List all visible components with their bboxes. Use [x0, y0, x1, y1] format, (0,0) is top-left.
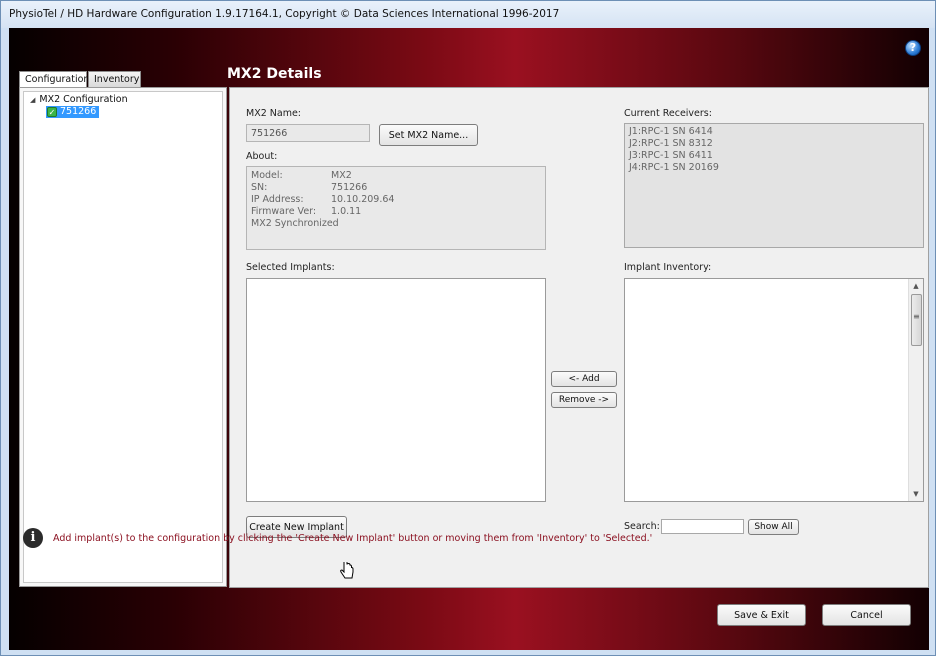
info-circle-icon: i [23, 528, 43, 548]
about-key: Firmware Ver: [251, 206, 317, 217]
selected-implants-label: Selected Implants: [246, 262, 335, 273]
search-input[interactable] [661, 519, 744, 534]
tree-item-label: 751266 [60, 106, 97, 117]
scroll-thumb[interactable] [911, 294, 922, 346]
about-row-sn: SN: 751266 [251, 182, 367, 193]
cancel-button[interactable]: Cancel [822, 604, 911, 626]
tab-configuration[interactable]: Configuration [19, 71, 89, 88]
receiver-item: J3:RPC-1 SN 6411 [629, 150, 713, 161]
page-title: MX2 Details [227, 66, 322, 82]
about-value: 1.0.11 [331, 206, 362, 217]
mx2-name-label: MX2 Name: [246, 108, 301, 119]
about-info-box: Model: MX2 SN: 751266 IP Address: 10.10.209… [246, 166, 546, 250]
about-value: 10.10.209.64 [331, 194, 395, 205]
current-receivers-list: J1:RPC-1 SN 6414 J2:RPC-1 SN 8312 J3:RPC… [624, 123, 924, 248]
search-label: Search: [624, 521, 660, 532]
show-all-button[interactable]: Show All [748, 519, 799, 535]
inventory-scrollbar[interactable]: ▲ ▼ [908, 279, 923, 501]
configuration-tree: ◢ MX2 Configuration ✓ 751266 [23, 91, 223, 583]
scroll-down-arrow-icon[interactable]: ▼ [909, 487, 923, 501]
footer-bar: Save & Exit Cancel [9, 562, 929, 650]
green-check-icon: ✓ [47, 107, 57, 117]
question-circle-icon[interactable]: ? [905, 40, 921, 56]
about-key: Model: [251, 170, 283, 181]
about-key: SN: [251, 182, 268, 193]
selected-implants-list[interactable] [246, 278, 546, 502]
sync-status: MX2 Synchronized [251, 218, 339, 229]
mx2-name-field[interactable]: 751266 [246, 124, 370, 142]
window-title: PhysioTel / HD Hardware Configuration 1.… [9, 8, 560, 20]
tree-root-mx2-configuration[interactable]: ◢ MX2 Configuration [30, 94, 128, 105]
title-bar: PhysioTel / HD Hardware Configuration 1.… [1, 1, 935, 28]
about-row-ip-address: IP Address: 10.10.209.64 [251, 194, 394, 205]
info-message: Add implant(s) to the configuration by c… [53, 533, 653, 544]
main-frame: ? MX2 Details Configuration Inventory ◢ M… [9, 28, 929, 650]
about-key: IP Address: [251, 194, 304, 205]
expand-caret-icon[interactable]: ◢ [30, 96, 35, 104]
about-row-model: Model: MX2 [251, 170, 352, 181]
tree-root-label: MX2 Configuration [39, 94, 128, 105]
about-label: About: [246, 151, 278, 162]
current-receivers-label: Current Receivers: [624, 108, 712, 119]
receiver-item: J2:RPC-1 SN 8312 [629, 138, 713, 149]
about-value: 751266 [331, 182, 368, 193]
save-exit-button[interactable]: Save & Exit [717, 604, 806, 626]
set-mx2-name-button[interactable]: Set MX2 Name... [379, 124, 478, 146]
implant-inventory-label: Implant Inventory: [624, 262, 712, 273]
remove-implant-button[interactable]: Remove -> [551, 392, 617, 408]
implant-inventory-list[interactable]: ▲ ▼ [624, 278, 924, 502]
scroll-up-arrow-icon[interactable]: ▲ [909, 279, 923, 293]
receiver-item: J1:RPC-1 SN 6414 [629, 126, 713, 137]
mx2-details-panel: MX2 Name: 751266 Set MX2 Name... About: … [229, 87, 929, 588]
about-value: MX2 [331, 170, 352, 181]
about-row-firmware: Firmware Ver: 1.0.11 [251, 206, 361, 217]
tree-item-751266[interactable]: ✓ 751266 [46, 106, 100, 118]
application-window: PhysioTel / HD Hardware Configuration 1.… [0, 0, 936, 656]
add-implant-button[interactable]: <- Add [551, 371, 617, 387]
configuration-tree-panel: ◢ MX2 Configuration ✓ 751266 [19, 87, 227, 587]
tab-inventory[interactable]: Inventory [88, 71, 141, 87]
receiver-item: J4:RPC-1 SN 20169 [629, 162, 719, 173]
